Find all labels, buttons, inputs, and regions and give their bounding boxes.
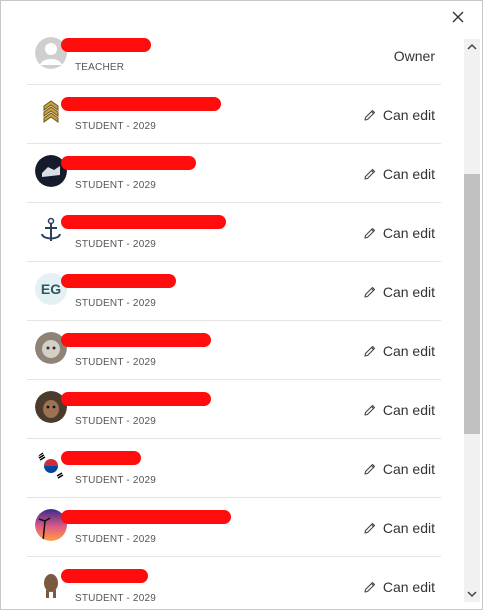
avatar-initials: EG (40, 281, 62, 297)
member-row: STUDENT - 2029 Can edit (27, 557, 441, 610)
redaction-mark (61, 274, 176, 288)
permission-button[interactable]: Can edit (363, 402, 435, 418)
member-list: TEACHER Owner STUDENT - 2029 Can edit STUDEN… (27, 26, 441, 610)
permission-button[interactable]: Can edit (363, 284, 435, 300)
chevron-down-icon (467, 591, 477, 598)
scroll-down-button[interactable] (464, 586, 480, 602)
permission-label: Can edit (382, 284, 435, 300)
member-row: TEACHER Owner (27, 26, 441, 85)
member-row: STUDENT - 2029 Can edit (27, 85, 441, 144)
permission-label: Owner (393, 48, 435, 64)
pencil-icon (363, 167, 377, 181)
pencil-icon (363, 580, 377, 594)
member-subtitle: STUDENT - 2029 (75, 180, 156, 191)
scrollbar[interactable] (464, 39, 480, 602)
redaction-mark (61, 215, 226, 229)
redaction-mark (61, 392, 211, 406)
scroll-up-button[interactable] (464, 39, 480, 55)
member-row: STUDENT - 2029 Can edit (27, 498, 441, 557)
pencil-icon (363, 108, 377, 122)
pencil-icon (363, 226, 377, 240)
redaction-mark (61, 97, 221, 111)
member-subtitle: STUDENT - 2029 (75, 416, 156, 427)
pencil-icon (363, 462, 377, 476)
permission-label: Can edit (382, 343, 435, 359)
member-subtitle: STUDENT - 2029 (75, 593, 156, 604)
pencil-icon (363, 344, 377, 358)
permission-button[interactable]: Can edit (363, 107, 435, 123)
redaction-mark (61, 510, 231, 524)
close-icon (452, 11, 464, 23)
permission-label: Can edit (382, 520, 435, 536)
permission-label: Can edit (382, 225, 435, 241)
member-subtitle: STUDENT - 2029 (75, 121, 156, 132)
member-subtitle: STUDENT - 2029 (75, 239, 156, 250)
member-subtitle: STUDENT - 2029 (75, 534, 156, 545)
redaction-mark (61, 156, 196, 170)
close-button[interactable] (450, 9, 466, 25)
redaction-mark (61, 38, 151, 52)
owner-label: Owner (394, 48, 435, 64)
permission-button[interactable]: Can edit (363, 225, 435, 241)
member-row: EG STUDENT - 2029 Can edit (27, 262, 441, 321)
member-row: STUDENT - 2029 Can edit (27, 380, 441, 439)
member-subtitle: TEACHER (75, 62, 125, 73)
member-subtitle: STUDENT - 2029 (75, 357, 156, 368)
member-row: STUDENT - 2029 Can edit (27, 321, 441, 380)
permission-button[interactable]: Can edit (363, 520, 435, 536)
permission-label: Can edit (382, 166, 435, 182)
member-row: STUDENT - 2029 Can edit (27, 439, 441, 498)
share-dialog: TEACHER Owner STUDENT - 2029 Can edit STUDEN… (0, 0, 483, 610)
scroll-thumb[interactable] (464, 174, 480, 434)
pencil-icon (363, 285, 377, 299)
permission-label: Can edit (382, 461, 435, 477)
permission-button[interactable]: Can edit (363, 166, 435, 182)
permission-button[interactable]: Can edit (363, 579, 435, 595)
member-subtitle: STUDENT - 2029 (75, 475, 156, 486)
permission-button[interactable]: Can edit (363, 343, 435, 359)
permission-button[interactable]: Can edit (363, 461, 435, 477)
pencil-icon (363, 521, 377, 535)
permission-label: Can edit (382, 107, 435, 123)
redaction-mark (61, 451, 141, 465)
member-row: STUDENT - 2029 Can edit (27, 203, 441, 262)
permission-label: Can edit (382, 402, 435, 418)
member-subtitle: STUDENT - 2029 (75, 298, 156, 309)
member-row: STUDENT - 2029 Can edit (27, 144, 441, 203)
chevron-up-icon (467, 43, 477, 50)
redaction-mark (61, 569, 148, 583)
pencil-icon (363, 403, 377, 417)
permission-label: Can edit (382, 579, 435, 595)
redaction-mark (61, 333, 211, 347)
